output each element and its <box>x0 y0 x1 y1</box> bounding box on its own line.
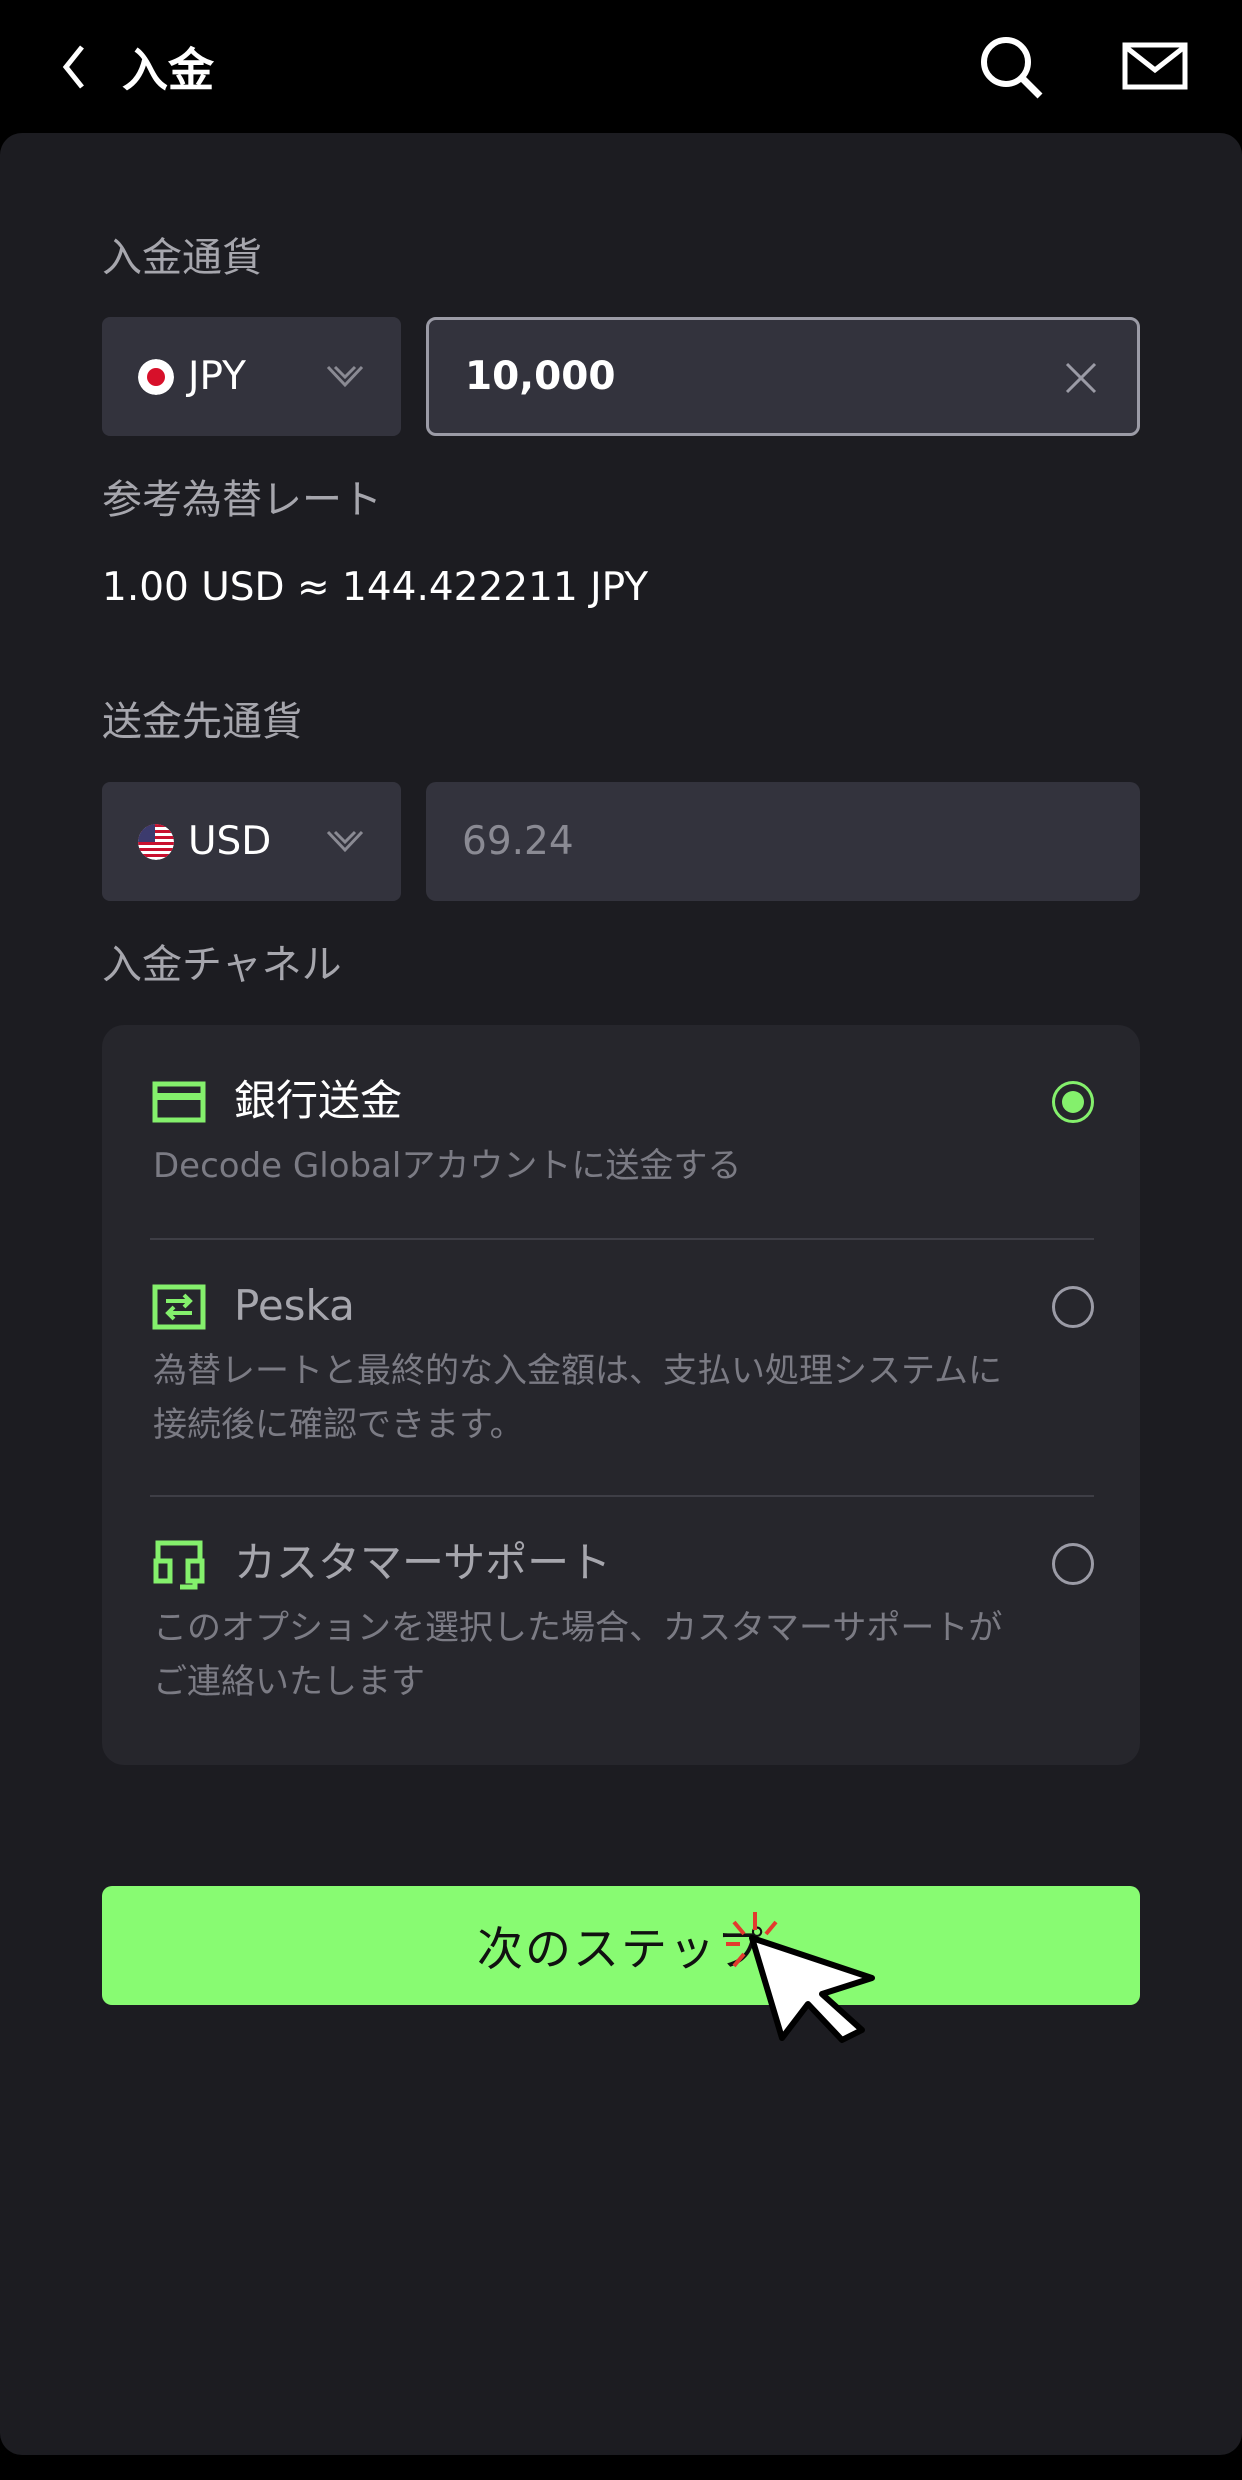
exchange-rate-value: 1.00 USD ≈ 144.422211 JPY <box>102 565 649 610</box>
converted-amount-field: 69.24 <box>426 782 1140 901</box>
deposit-currency-select[interactable]: JPY <box>102 317 401 436</box>
deposit-channel-list: 銀行送金 Decode Globalアカウントに送金する Peska 為替レート… <box>102 1025 1140 1765</box>
pointer-cursor-icon <box>726 1912 875 2043</box>
messages-button[interactable] <box>1122 40 1188 92</box>
deposit-amount-value: 10,000 <box>465 354 616 399</box>
radio-selected[interactable] <box>1052 1081 1094 1123</box>
headset-icon <box>153 1540 205 1590</box>
deposit-channel-label: 入金チャネル <box>102 942 342 988</box>
divider <box>150 1495 1094 1497</box>
next-step-button[interactable]: 次のステップ <box>102 1886 1140 2005</box>
channel-option-peska[interactable]: Peska 為替レートと最終的な入金額は、支払い処理システムに接続後に確認できま… <box>150 1272 1094 1482</box>
card-icon <box>152 1081 206 1123</box>
divider <box>150 1238 1094 1240</box>
search-icon <box>981 37 1043 99</box>
target-currency-select[interactable]: USD <box>102 782 401 901</box>
channel-title: カスタマーサポート <box>234 1538 612 1587</box>
channel-title: 銀行送金 <box>234 1076 403 1125</box>
deposit-amount-input[interactable]: 10,000 <box>426 317 1140 436</box>
channel-description: このオプションを選択した場合、カスタマーサポートがご連絡いたします <box>153 1608 1003 1702</box>
radio-unselected[interactable] <box>1052 1286 1094 1328</box>
page-title: 入金 <box>122 43 214 97</box>
top-app-bar: 入金 <box>0 0 1242 133</box>
channel-option-bank-transfer[interactable]: 銀行送金 Decode Globalアカウントに送金する <box>150 1067 1094 1237</box>
chevron-down-icon <box>326 830 364 853</box>
japan-flag-icon <box>138 358 174 395</box>
deposit-currency-code: JPY <box>188 354 246 399</box>
channel-title: Peska <box>234 1281 355 1330</box>
us-flag-icon <box>138 823 174 860</box>
chevron-down-icon <box>326 365 364 388</box>
channel-description: 為替レートと最終的な入金額は、支払い処理システムに接続後に確認できます。 <box>153 1351 1002 1445</box>
target-currency-label: 送金先通貨 <box>102 699 302 745</box>
target-currency-code: USD <box>188 819 272 864</box>
back-button[interactable] <box>52 38 96 96</box>
channel-description: Decode Globalアカウントに送金する <box>153 1146 742 1186</box>
radio-unselected[interactable] <box>1052 1543 1094 1585</box>
deposit-currency-label: 入金通貨 <box>102 235 262 281</box>
search-button[interactable] <box>976 32 1048 104</box>
clear-icon[interactable] <box>1063 360 1099 396</box>
exchange-rate-label: 参考為替レート <box>102 477 382 523</box>
chevron-left-icon <box>62 45 84 89</box>
converted-amount-value: 69.24 <box>462 819 574 864</box>
transfer-icon <box>152 1284 206 1330</box>
channel-option-customer-support[interactable]: カスタマーサポート このオプションを選択した場合、カスタマーサポートがご連絡いた… <box>150 1529 1094 1739</box>
mail-icon <box>1122 42 1188 90</box>
